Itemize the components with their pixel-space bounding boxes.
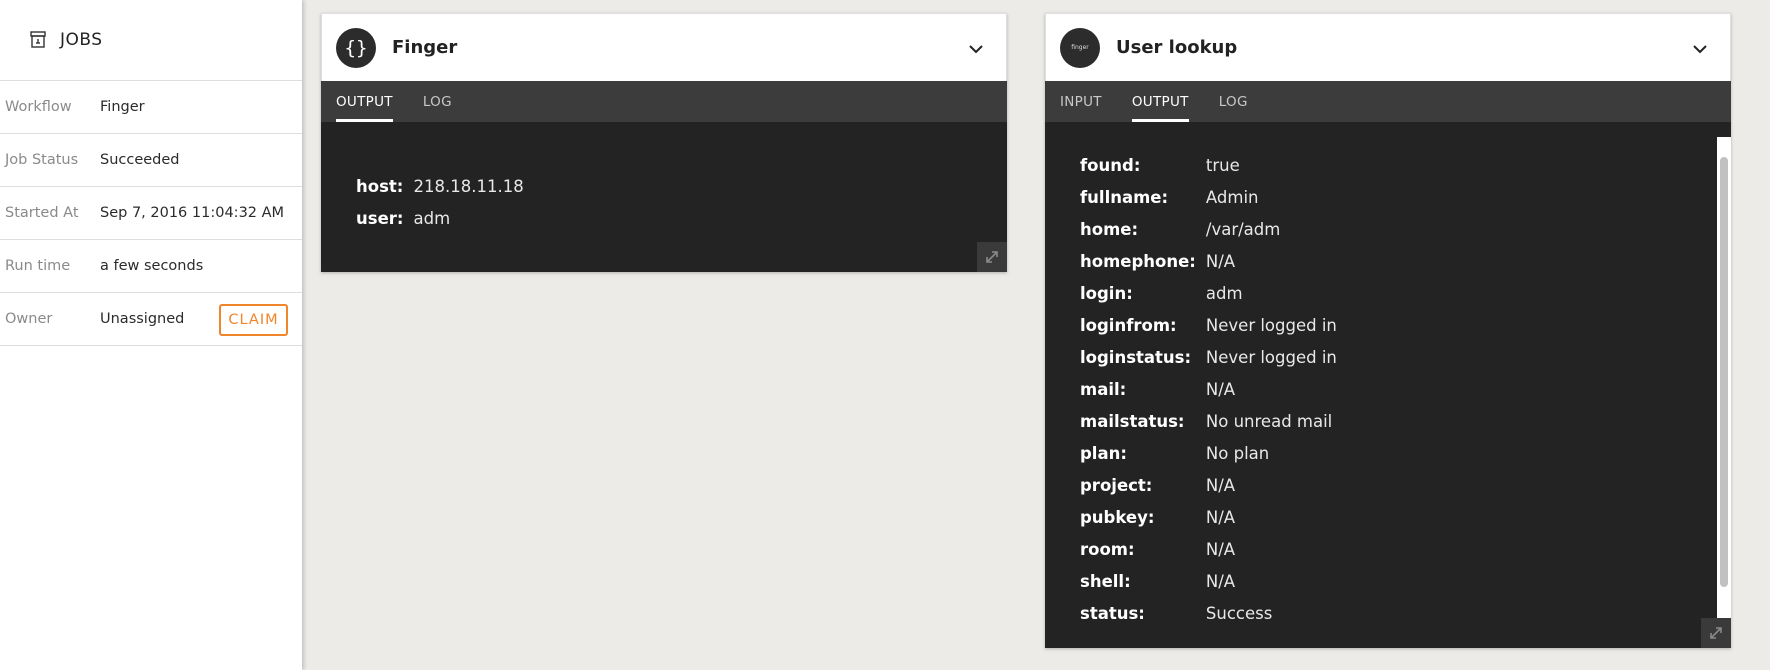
output-key: pubkey:: [1080, 507, 1155, 527]
output-key: room:: [1080, 539, 1135, 559]
started-at-row: Started At Sep 7, 2016 11:04:32 AM: [0, 187, 302, 240]
tab-output[interactable]: OUTPUT: [1131, 81, 1189, 122]
expand-arrows-icon[interactable]: [1701, 618, 1731, 648]
output-row: homephone: N/A: [1080, 245, 1337, 277]
output-row: plan: No plan: [1080, 437, 1337, 469]
output-row: home: /var/adm: [1080, 213, 1337, 245]
scrollbar-thumb[interactable]: [1720, 157, 1728, 587]
job-status-row: Job Status Succeeded: [0, 134, 302, 187]
output-table: found: true fullname: Admin home:/var/adm hom…: [1080, 149, 1337, 629]
output-value: N/A: [1205, 379, 1236, 399]
output-value: Success: [1205, 603, 1273, 623]
archive-box-icon: [28, 30, 48, 50]
output-key: user:: [356, 208, 404, 228]
chevron-down-icon[interactable]: [1692, 40, 1708, 54]
expand-arrows-icon[interactable]: [977, 242, 1007, 272]
output-value: No plan: [1205, 443, 1270, 463]
workflow-row: Workflow Finger: [0, 81, 302, 134]
output-row: loginfrom: Never logged in: [1080, 309, 1337, 341]
output-value: No unread mail: [1205, 411, 1333, 431]
output-row: loginstatus: Never logged in: [1080, 341, 1337, 373]
output-row: user: adm: [356, 202, 524, 234]
output-panel: found: true fullname: Admin home:/var/adm hom…: [1045, 122, 1717, 648]
tab-input[interactable]: INPUT: [1060, 81, 1102, 122]
claim-button[interactable]: CLAIM: [219, 304, 288, 336]
row-value: Sep 7, 2016 11:04:32 AM: [100, 205, 285, 221]
row-value: a few seconds: [100, 258, 204, 274]
user-lookup-card: finger User lookup INPUT OUTPUT LOG foun…: [1045, 13, 1731, 648]
output-key: mailstatus:: [1080, 411, 1185, 431]
row-label: Run time: [5, 258, 71, 274]
card-header[interactable]: finger User lookup: [1045, 13, 1731, 81]
row-value: Finger: [100, 99, 145, 115]
output-value: N/A: [1205, 507, 1236, 527]
sidebar-header: JOBS: [0, 0, 302, 81]
output-key: shell:: [1080, 571, 1131, 591]
output-row: login: adm: [1080, 277, 1337, 309]
finger-logo-icon: finger: [1060, 27, 1100, 68]
output-panel: host: 218.18.11.18 user: adm: [321, 122, 1007, 234]
output-value: adm: [413, 208, 451, 228]
output-row: pubkey: N/A: [1080, 501, 1337, 533]
card-header[interactable]: {} Finger: [321, 13, 1007, 81]
sidebar-title: JOBS: [60, 30, 103, 50]
card-title: User lookup: [1116, 37, 1238, 58]
output-value: Never logged in: [1205, 347, 1337, 367]
row-value: Unassigned: [100, 311, 185, 327]
finger-card: {} Finger OUTPUT LOG host: 218.18.11.18 …: [321, 13, 1007, 272]
row-label: Started At: [5, 205, 79, 221]
output-key: homephone:: [1080, 251, 1196, 271]
output-row: status: Success: [1080, 597, 1337, 629]
code-braces-icon: {}: [336, 27, 376, 68]
owner-row: Owner Unassigned CLAIM: [0, 293, 302, 346]
output-table: host: 218.18.11.18 user: adm: [356, 170, 524, 234]
output-key: home:: [1080, 219, 1139, 239]
output-row: host: 218.18.11.18: [356, 170, 524, 202]
output-key: loginstatus:: [1080, 347, 1192, 367]
output-row: mail: N/A: [1080, 373, 1337, 405]
output-key: mail:: [1080, 379, 1127, 399]
output-row: fullname: Admin: [1080, 181, 1337, 213]
output-value: N/A: [1205, 571, 1236, 591]
output-value: N/A: [1205, 475, 1236, 495]
output-row: room: N/A: [1080, 533, 1337, 565]
row-label: Job Status: [5, 152, 79, 168]
output-key: plan:: [1080, 443, 1127, 463]
output-key: fullname:: [1080, 187, 1169, 207]
output-value: N/A: [1205, 251, 1236, 271]
output-key: loginfrom:: [1080, 315, 1177, 335]
run-time-row: Run time a few seconds: [0, 240, 302, 293]
chevron-down-icon[interactable]: [968, 40, 984, 54]
output-key: status:: [1080, 603, 1145, 623]
output-value: adm: [1205, 283, 1243, 303]
row-label: Workflow: [5, 99, 72, 115]
output-key: host:: [356, 176, 404, 196]
jobs-sidebar: JOBS Workflow Finger Job Status Succeede…: [0, 0, 302, 670]
tab-log[interactable]: LOG: [1219, 81, 1248, 122]
tab-output[interactable]: OUTPUT: [336, 81, 393, 122]
card-title: Finger: [392, 37, 458, 58]
output-key: project:: [1080, 475, 1153, 495]
output-key: login:: [1080, 283, 1133, 303]
output-value: Never logged in: [1205, 315, 1337, 335]
tab-bar: OUTPUT LOG: [321, 81, 1007, 122]
row-label: Owner: [5, 311, 53, 327]
output-value: N/A: [1205, 539, 1236, 559]
output-key: found:: [1080, 155, 1141, 175]
tab-log[interactable]: LOG: [423, 81, 452, 122]
output-row: found: true: [1080, 149, 1337, 181]
output-value: 218.18.11.18: [413, 176, 524, 196]
output-row: shell: N/A: [1080, 565, 1337, 597]
output-row: mailstatus: No unread mail: [1080, 405, 1337, 437]
row-value: Succeeded: [100, 152, 180, 168]
output-value: Admin: [1205, 187, 1259, 207]
output-row: project: N/A: [1080, 469, 1337, 501]
tab-bar: INPUT OUTPUT LOG: [1045, 81, 1731, 122]
output-value: /var/adm: [1205, 219, 1281, 239]
output-value: true: [1205, 155, 1240, 175]
